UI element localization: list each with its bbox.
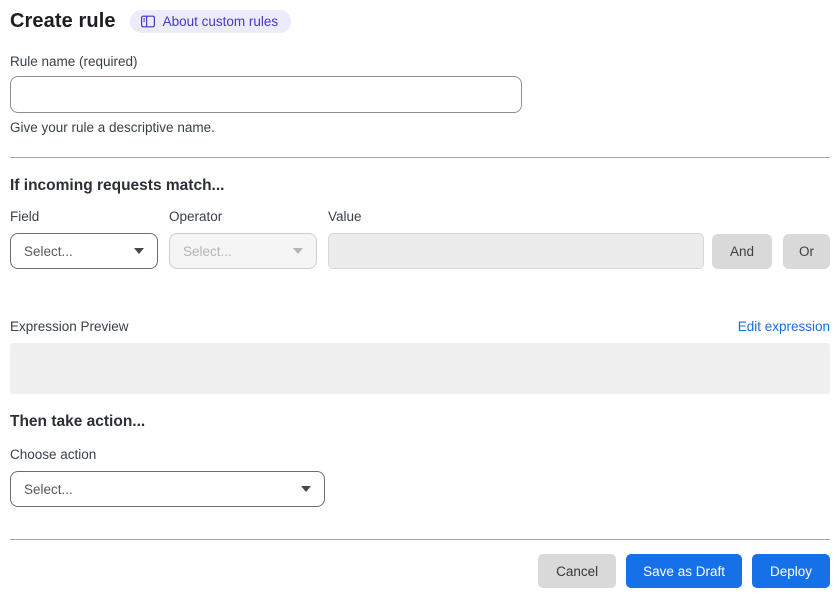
section-divider [10, 157, 830, 158]
expression-preview-box [10, 343, 830, 394]
rule-name-helper: Give your rule a descriptive name. [10, 120, 215, 135]
create-rule-page: Create rule About custom rules Rule name… [0, 0, 839, 597]
value-label: Value [328, 209, 362, 224]
page-title: Create rule [10, 10, 116, 32]
and-button[interactable]: And [711, 234, 772, 269]
cancel-button[interactable]: Cancel [538, 554, 617, 588]
rule-name-input[interactable] [10, 76, 522, 113]
action-section-heading: Then take action... [10, 413, 146, 430]
field-label: Field [10, 209, 40, 224]
field-select[interactable]: Select... [10, 233, 158, 269]
page-header: Create rule About custom rules [10, 10, 830, 33]
field-select-value: Select... [24, 243, 73, 259]
operator-select[interactable]: Select... [169, 233, 317, 269]
about-custom-rules-link[interactable]: About custom rules [129, 10, 292, 33]
choose-action-select[interactable]: Select... [10, 471, 325, 507]
choose-action-value: Select... [24, 481, 73, 497]
match-section-heading: If incoming requests match... [10, 177, 225, 194]
operator-label: Operator [169, 209, 223, 224]
match-expression-row: Field Select... Operator Select... Value… [10, 209, 830, 269]
choose-action-label: Choose action [10, 447, 97, 462]
book-open-icon [140, 14, 156, 29]
value-input[interactable] [328, 233, 704, 269]
chevron-down-icon [293, 248, 303, 254]
footer-actions: Cancel Save as Draft Deploy [10, 554, 830, 588]
expression-preview-header: Expression Preview Edit expression [10, 319, 830, 334]
save-as-draft-button[interactable]: Save as Draft [626, 554, 742, 588]
rule-name-label: Rule name (required) [10, 54, 138, 69]
chevron-down-icon [301, 486, 311, 492]
operator-column: Operator Select... [169, 209, 317, 269]
deploy-button[interactable]: Deploy [751, 554, 830, 588]
value-column: Value [328, 209, 704, 269]
edit-expression-link[interactable]: Edit expression [738, 319, 830, 334]
field-column: Field Select... [10, 209, 158, 269]
or-button[interactable]: Or [783, 234, 830, 269]
operator-select-value: Select... [183, 243, 232, 259]
chevron-down-icon [134, 248, 144, 254]
expression-preview-label: Expression Preview [10, 319, 129, 334]
footer-divider [10, 539, 830, 540]
about-badge-label: About custom rules [162, 14, 279, 29]
